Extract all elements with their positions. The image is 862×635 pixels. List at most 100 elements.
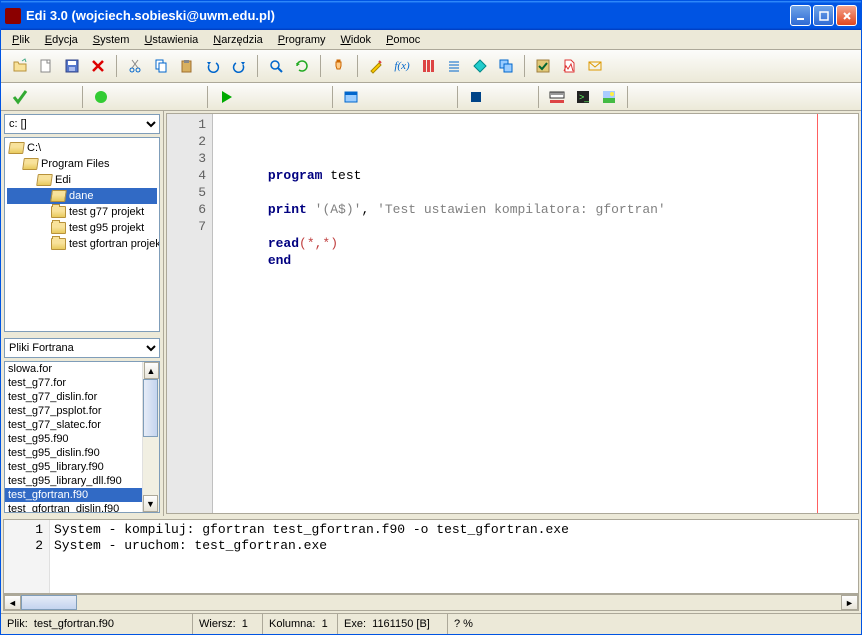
tree-item[interactable]: test g95 projekt (7, 220, 157, 236)
console-area: 12 System - kompiluj: gfortran test_gfor… (1, 516, 861, 613)
scroll-down-button[interactable]: ▼ (143, 495, 158, 512)
folder-icon (50, 190, 67, 202)
pdf-button[interactable] (558, 55, 580, 77)
file-item[interactable]: slowa.for (5, 362, 159, 376)
tree-item[interactable]: test g77 projekt (7, 204, 157, 220)
accept-button[interactable] (9, 86, 31, 108)
duplicate-button[interactable] (495, 55, 517, 77)
code-editor[interactable]: 1234567 program test print '(A$)', 'Test… (166, 113, 859, 514)
code-line[interactable] (221, 269, 858, 286)
stop-button[interactable] (465, 86, 487, 108)
menu-system[interactable]: System (87, 32, 136, 48)
hscroll-left-button[interactable]: ◄ (4, 595, 21, 610)
app-window: Edi 3.0 (wojciech.sobieski@uwm.edu.pl) P… (0, 0, 862, 635)
folder-icon (36, 174, 53, 186)
code-text[interactable]: program test print '(A$)', 'Test ustawie… (213, 114, 858, 513)
right-margin-line (817, 114, 818, 513)
menu-pomoc[interactable]: Pomoc (380, 32, 426, 48)
code-line[interactable] (221, 184, 858, 201)
code-line[interactable]: print '(A$)', 'Test ustawien kompilatora… (221, 201, 858, 218)
titlebar: Edi 3.0 (wojciech.sobieski@uwm.edu.pl) (1, 1, 861, 30)
run-button[interactable] (215, 86, 237, 108)
zoom-button[interactable] (265, 55, 287, 77)
drive-select[interactable]: c: [] (4, 114, 160, 134)
file-item[interactable]: test_g95_dislin.f90 (5, 446, 159, 460)
scroll-up-button[interactable]: ▲ (144, 362, 159, 379)
tree-label: test gfortran projekt (69, 238, 160, 250)
image-button[interactable] (598, 86, 620, 108)
menu-plik[interactable]: Plik (6, 32, 36, 48)
record-button[interactable] (90, 86, 112, 108)
tree-item[interactable]: Program Files (7, 156, 157, 172)
file-item[interactable]: test_g77.for (5, 376, 159, 390)
measure-button[interactable] (546, 86, 568, 108)
folder-tree[interactable]: C:\ Program FilesEdidane test g77 projekt t… (4, 137, 160, 332)
status-exe: Exe: 1161150 [B] (338, 614, 448, 634)
terminal-button[interactable]: >_ (572, 86, 594, 108)
file-item[interactable]: test_g77_dislin.for (5, 390, 159, 404)
menu-narzędzia[interactable]: Narzędzia (207, 32, 269, 48)
tree-label: test g95 projekt (69, 222, 144, 234)
file-item[interactable]: test_gfortran.f90 (5, 488, 159, 502)
function-button[interactable]: f(x) (391, 55, 413, 77)
status-col: Kolumna: 1 (263, 614, 338, 634)
main-area: c: [] C:\ Program FilesEdidane test g77 pr… (1, 111, 861, 516)
window-button[interactable] (340, 86, 362, 108)
folder-icon (8, 142, 25, 154)
maximize-button[interactable] (813, 5, 834, 26)
editor-gutter: 1234567 (167, 114, 213, 513)
minimize-button[interactable] (790, 5, 811, 26)
file-filter-select[interactable]: Pliki Fortrana (4, 338, 160, 358)
tree-label: C:\ (27, 142, 41, 154)
hscroll-right-button[interactable]: ► (841, 595, 858, 610)
refresh-button[interactable] (291, 55, 313, 77)
list-button[interactable] (443, 55, 465, 77)
code-line[interactable] (221, 218, 858, 235)
folder-icon (22, 158, 39, 170)
file-item[interactable]: test_g95_library.f90 (5, 460, 159, 474)
tree-label: test g77 projekt (69, 206, 144, 218)
undo-button[interactable] (202, 55, 224, 77)
console-hscrollbar[interactable]: ◄ ► (3, 594, 859, 611)
mark-button[interactable] (469, 55, 491, 77)
tree-item[interactable]: dane (7, 188, 157, 204)
tree-item[interactable]: C:\ (7, 140, 157, 156)
code-line[interactable]: program test (221, 167, 858, 184)
tree-item[interactable]: test gfortran projekt (7, 236, 157, 252)
editor-area: 1234567 program test print '(A$)', 'Test… (164, 111, 861, 516)
save-button[interactable] (61, 55, 83, 77)
tree-item[interactable]: Edi (7, 172, 157, 188)
hand-tool-button[interactable] (328, 55, 350, 77)
copy-button[interactable] (150, 55, 172, 77)
svg-text:>_: >_ (579, 92, 590, 102)
close-button[interactable] (836, 5, 857, 26)
file-item[interactable]: test_g95.f90 (5, 432, 159, 446)
hscroll-thumb[interactable] (21, 595, 77, 610)
menu-widok[interactable]: Widok (334, 32, 377, 48)
new-file-button[interactable] (35, 55, 57, 77)
code-line[interactable]: end (221, 252, 858, 269)
menu-ustawienia[interactable]: Ustawienia (138, 32, 204, 48)
menu-programy[interactable]: Programy (272, 32, 332, 48)
file-list[interactable]: slowa.fortest_g77.fortest_g77_dislin.for… (4, 361, 160, 513)
paste-button[interactable] (176, 55, 198, 77)
folder-icon (51, 222, 66, 234)
console[interactable]: 12 System - kompiluj: gfortran test_gfor… (3, 519, 859, 594)
check-button[interactable] (532, 55, 554, 77)
file-item[interactable]: test_g77_psplot.for (5, 404, 159, 418)
highlight-button[interactable] (365, 55, 387, 77)
open-folder-button[interactable] (9, 55, 31, 77)
console-text: System - kompiluj: gfortran test_gfortra… (50, 520, 858, 593)
cut-button[interactable] (124, 55, 146, 77)
status-row: Wiersz: 1 (193, 614, 263, 634)
file-item[interactable]: test_gfortran_dislin.f90 (5, 502, 159, 513)
columns-button[interactable] (417, 55, 439, 77)
file-item[interactable]: test_g95_library_dll.f90 (5, 474, 159, 488)
mail-button[interactable] (584, 55, 606, 77)
delete-button[interactable] (87, 55, 109, 77)
scroll-thumb[interactable] (143, 379, 158, 437)
menu-edycja[interactable]: Edycja (39, 32, 84, 48)
redo-button[interactable] (228, 55, 250, 77)
file-item[interactable]: test_g77_slatec.for (5, 418, 159, 432)
code-line[interactable]: read(*,*) (221, 235, 858, 252)
